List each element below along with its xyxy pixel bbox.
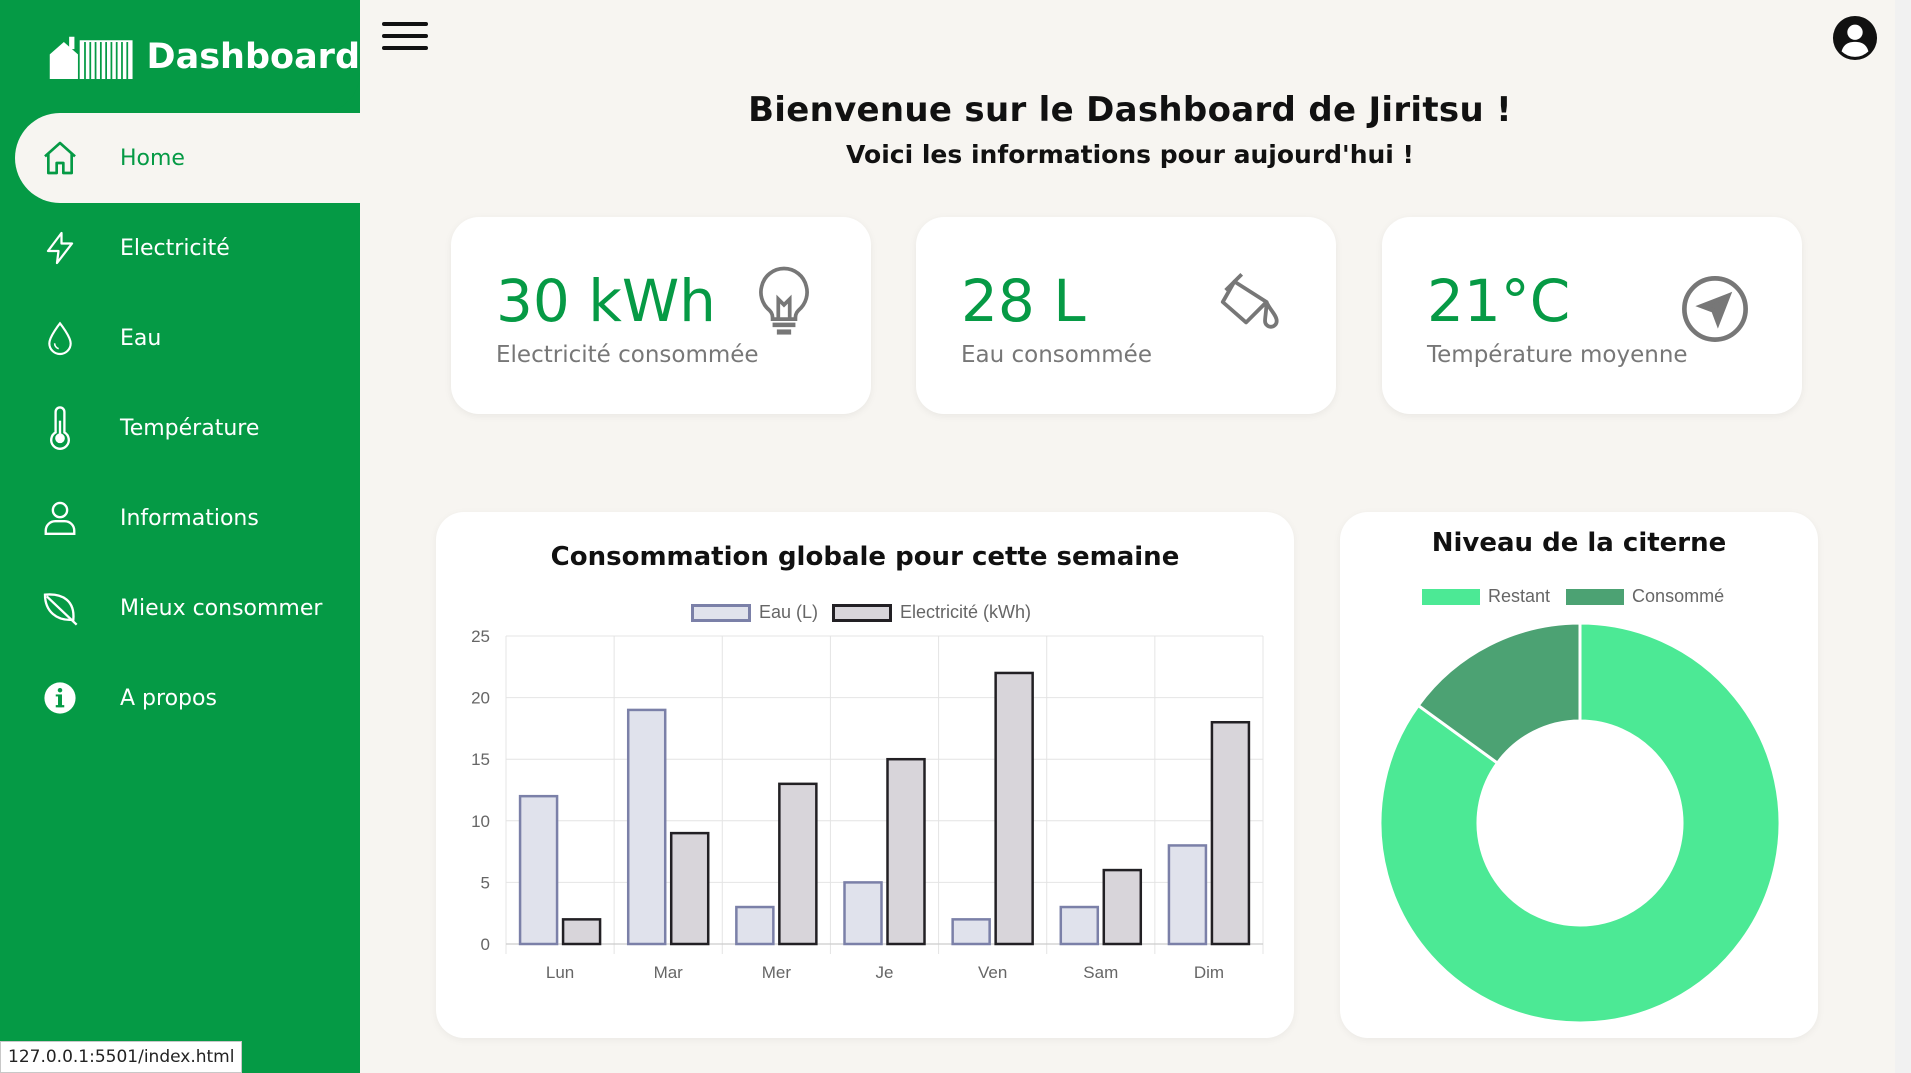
x-tick-label: Dim [1194,963,1224,982]
stat-label: Température moyenne [1427,342,1688,368]
sidebar: Dashboard Home Electricité Eau Températu… [0,0,360,1073]
status-url: 127.0.0.1:5501/index.html [0,1041,243,1073]
brand[interactable]: Dashboard [0,0,360,113]
tank-level-panel: Niveau de la citerne Restant Consommé [1340,512,1818,1038]
y-tick-label: 20 [471,689,490,708]
x-tick-label: Sam [1083,963,1118,982]
sidebar-item-label: A propos [120,685,217,711]
sidebar-item-electricite[interactable]: Electricité [0,203,360,293]
leaf-icon [40,587,80,629]
stat-label: Eau consommée [961,342,1152,368]
bar-eau-ven[interactable] [951,918,991,946]
bar-eau-lun[interactable] [518,794,559,946]
sidebar-item-label: Eau [120,325,162,351]
bar-eau-sam[interactable] [1059,905,1100,946]
bar-electricite-je[interactable] [886,757,926,946]
sidebar-item-label: Home [120,145,185,171]
y-tick-label: 10 [471,812,490,831]
bar-eau-dim[interactable] [1167,844,1208,946]
x-tick-label: Ven [978,963,1007,982]
bar-electricite-ven[interactable] [994,671,1034,946]
welcome-header: Bienvenue sur le Dashboard de Jiritsu ! … [360,90,1900,169]
sidebar-item-label: Informations [120,505,259,531]
stat-card-electricite: 30 kWh Electricité consommée [451,217,871,414]
stat-value: 30 kWh [496,267,716,335]
bar-electricite-lun[interactable] [561,918,602,946]
lightning-icon [40,227,80,269]
paint-bucket-icon [1220,272,1279,329]
sidebar-item-a-propos[interactable]: A propos [0,653,360,743]
x-tick-label: Je [876,963,894,982]
bar-eau-mer[interactable] [735,905,775,946]
brand-title: Dashboard [146,36,360,77]
x-tick-label: Mar [654,963,684,982]
stat-card-temperature: 21°C Température moyenne [1382,217,1802,414]
bar-eau-mar[interactable] [626,708,667,946]
sidebar-nav: Home Electricité Eau Température Informa… [0,113,360,743]
info-icon [40,677,80,719]
y-tick-label: 5 [481,873,490,892]
bar-electricite-mar[interactable] [669,831,710,946]
stat-value: 28 L [961,267,1086,335]
weekly-consumption-panel: Consommation globale pour cette semaine … [436,512,1294,1038]
home-icon [40,137,80,179]
sidebar-item-informations[interactable]: Informations [0,473,360,563]
y-tick-label: 15 [471,750,490,769]
y-tick-label: 0 [481,935,490,954]
x-tick-label: Mer [762,963,792,982]
bar-chart: 0 5 10 15 20 25 Lun Mar Mer Je Ven Sam Dim [471,627,1264,982]
house-logo-icon [49,36,133,79]
stat-card-eau: 28 L Eau consommée [916,217,1336,414]
bar-electricite-dim[interactable] [1210,720,1251,946]
lightbulb-icon [759,266,809,335]
page-scrollbar[interactable] [1895,0,1911,1073]
sidebar-item-mieux-consommer[interactable]: Mieux consommer [0,563,360,653]
account-avatar-icon[interactable] [1832,15,1878,61]
thermometer-icon [40,406,80,450]
y-tick-label: 25 [471,627,490,646]
sidebar-item-eau[interactable]: Eau [0,293,360,383]
user-icon [40,497,80,539]
stat-label: Electricité consommée [496,342,759,368]
bar-electricite-sam[interactable] [1102,868,1143,946]
navigation-arrow-icon [1682,276,1748,342]
sidebar-item-temperature[interactable]: Température [0,383,360,473]
sidebar-item-label: Température [120,415,260,441]
page-subtitle: Voici les informations pour aujourd'hui … [846,140,1414,169]
x-tick-label: Lun [546,963,574,982]
doughnut-chart [1378,621,1782,1025]
page-title: Bienvenue sur le Dashboard de Jiritsu ! [748,90,1512,130]
hamburger-menu-icon[interactable] [382,22,428,52]
water-drop-icon [40,317,80,359]
sidebar-item-home[interactable]: Home [15,113,360,203]
bar-eau-je[interactable] [843,881,883,946]
stat-value: 21°C [1427,267,1571,335]
sidebar-item-label: Mieux consommer [120,595,323,621]
bar-electricite-mer[interactable] [778,782,818,946]
sidebar-item-label: Electricité [120,235,230,261]
